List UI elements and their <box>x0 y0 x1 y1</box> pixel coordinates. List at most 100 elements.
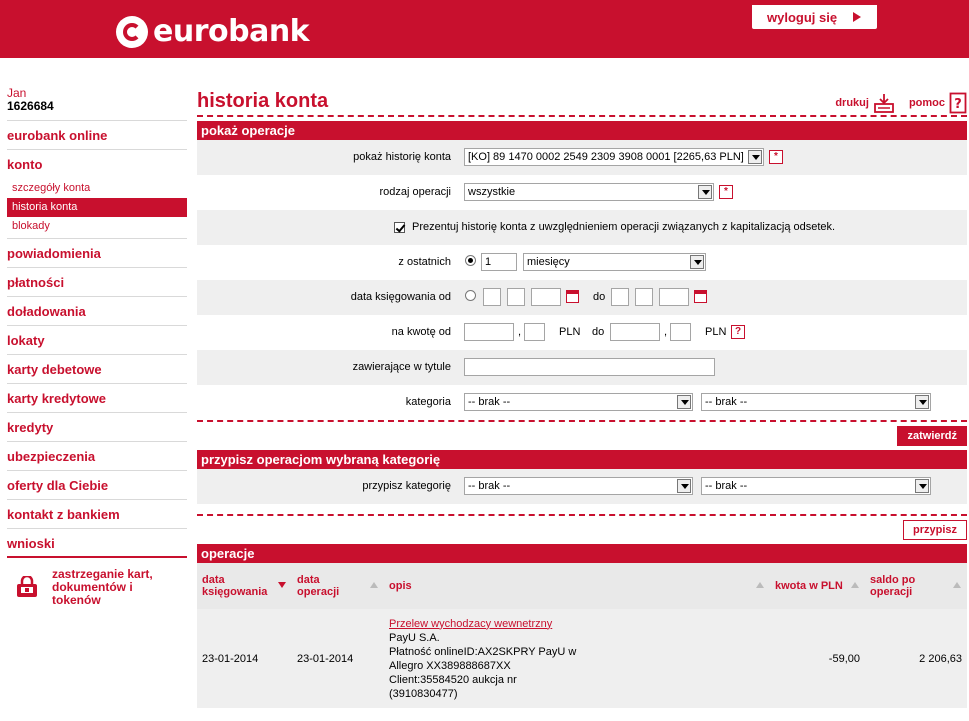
sidebar-item-blokady[interactable]: blokady <box>7 217 187 236</box>
submit-button[interactable]: zatwierdź <box>897 426 967 446</box>
filter-row-account: pokaż historię konta [KO] 89 1470 0002 2… <box>197 140 967 175</box>
header-text: data <box>297 574 320 586</box>
desc-line: Client:35584520 aukcja nr <box>389 673 517 686</box>
sidebar-item-szczegoly-konta[interactable]: szczegóły konta <box>7 179 187 198</box>
assign-subcategory-select[interactable]: -- brak -- <box>701 477 931 495</box>
account-label: pokaż historię konta <box>353 151 451 163</box>
sidebar-item-karty-debetowe[interactable]: karty debetowe <box>7 355 187 384</box>
filter-row-capitalization: Prezentuj historię konta z uwzględnienie… <box>197 210 967 245</box>
help-link[interactable]: pomoc <box>909 97 945 109</box>
col-balance[interactable]: saldo po operacji <box>865 563 967 609</box>
amount-label: na kwotę od <box>391 326 451 338</box>
amount-to-int[interactable] <box>610 323 660 341</box>
assign-button[interactable]: przypisz <box>902 520 967 540</box>
sidebar-item-oferty[interactable]: oferty dla Ciebie <box>7 471 187 500</box>
type-select[interactable]: wszystkie <box>464 183 714 201</box>
logout-button[interactable]: wyloguj się <box>752 5 877 29</box>
calendar-icon[interactable] <box>566 290 579 303</box>
assign-category-select[interactable]: -- brak -- <box>464 477 693 495</box>
chevron-down-icon <box>690 255 704 269</box>
currency-label: PLN <box>559 326 581 338</box>
amount-to-dec[interactable] <box>670 323 691 341</box>
header-text: operacji <box>297 586 340 598</box>
calendar-icon[interactable] <box>694 290 707 303</box>
main-content: historia konta drukuj pomoc ? pokaż oper… <box>197 88 967 708</box>
filter-row-date: data księgowania od do <box>197 280 967 315</box>
cell-description: Przelew wychodzacy wewnetrzny PayU S.A. … <box>384 609 770 708</box>
capitalization-text: Prezentuj historię konta z uwzględnienie… <box>412 221 836 233</box>
sidebar-item-ubezpieczenia[interactable]: ubezpieczenia <box>7 442 187 471</box>
category-select[interactable]: -- brak -- <box>464 393 693 411</box>
capitalization-checkbox[interactable] <box>394 222 405 233</box>
help-icon[interactable]: ? <box>949 92 967 114</box>
amount-from-dec[interactable] <box>524 323 545 341</box>
sidebar-item-historia-konta[interactable]: historia konta <box>7 198 187 217</box>
col-description[interactable]: opis <box>384 563 770 609</box>
date-from-day[interactable] <box>483 288 501 306</box>
sort-desc-icon <box>278 582 286 588</box>
sidebar-item-kredyty[interactable]: kredyty <box>7 413 187 442</box>
type-label: rodzaj operacji <box>379 186 451 198</box>
section-header-operations: operacje <box>197 544 967 563</box>
filter-row-amount: na kwotę od , PLN do , PLN ? <box>197 315 967 350</box>
eurobank-logo[interactable]: eurobank <box>116 14 310 49</box>
sidebar-item-karty-kredytowe[interactable]: karty kredytowe <box>7 384 187 413</box>
submit-row: zatwierdź <box>197 422 967 446</box>
sidebar-item-platnosci[interactable]: płatności <box>7 268 187 297</box>
sidebar-item-lokaty[interactable]: lokaty <box>7 326 187 355</box>
date-from-year[interactable] <box>531 288 561 306</box>
date-radio[interactable] <box>465 290 476 301</box>
svg-text:?: ? <box>954 97 962 112</box>
sidebar-item-wnioski[interactable]: wnioski <box>7 529 187 558</box>
account-select-value: [KO] 89 1470 0002 2549 2309 3908 0001 [2… <box>468 151 744 163</box>
sidebar: Jan 1626684 eurobank online konto szczeg… <box>7 87 187 607</box>
sort-icon <box>756 582 764 588</box>
account-select[interactable]: [KO] 89 1470 0002 2549 2309 3908 0001 [2… <box>464 148 764 166</box>
last-unit-select[interactable]: miesięcy <box>523 253 706 271</box>
desc-line: Płatność onlineID:AX2SKPRY PayU w <box>389 645 577 658</box>
col-amount[interactable]: kwota w PLN <box>770 563 865 609</box>
title-actions: drukuj pomoc ? <box>835 92 967 114</box>
filter-row-title: zawierające w tytule <box>197 350 967 385</box>
last-input[interactable]: 1 <box>481 253 517 271</box>
block-text-line: tokenów <box>52 593 101 607</box>
section-header-assign: przypisz operacjom wybraną kategorię <box>197 450 967 469</box>
sidebar-item-doladowania[interactable]: doładowania <box>7 297 187 326</box>
date-to-year[interactable] <box>659 288 689 306</box>
col-booking-date[interactable]: data księgowania <box>197 563 292 609</box>
amount-to-label: do <box>592 326 605 338</box>
subcategory-select[interactable]: -- brak -- <box>701 393 931 411</box>
block-cards-link[interactable]: zastrzeganie kart, dokumentów i tokenów <box>7 568 187 607</box>
comma: , <box>664 326 668 338</box>
help-question-icon[interactable]: ? <box>731 325 745 339</box>
date-to-month[interactable] <box>635 288 653 306</box>
sidebar-item-eurobank-online[interactable]: eurobank online <box>7 121 187 150</box>
header-text: saldo po <box>870 574 916 586</box>
sidebar-item-konto[interactable]: konto <box>7 150 187 179</box>
assign-row: przypisz kategorię -- brak -- -- brak -- <box>197 469 967 504</box>
table-row[interactable]: 23-01-2014 23-01-2014 Przelew wychodzacy… <box>197 609 967 708</box>
date-from-month[interactable] <box>507 288 525 306</box>
amount-from-int[interactable] <box>464 323 514 341</box>
sort-icon <box>851 582 859 588</box>
desc-line: Allegro XX389888687XX <box>389 659 511 672</box>
sidebar-item-kontakt[interactable]: kontakt z bankiem <box>7 500 187 529</box>
sort-icon <box>370 582 378 588</box>
category-value: -- brak -- <box>468 396 511 408</box>
chevron-down-icon <box>677 479 691 493</box>
print-icon[interactable] <box>873 92 895 114</box>
print-link[interactable]: drukuj <box>835 97 869 109</box>
last-radio[interactable] <box>465 255 476 266</box>
col-op-date[interactable]: data operacji <box>292 563 384 609</box>
user-id: 1626684 <box>7 99 54 113</box>
logo-text: eurobank <box>153 14 310 49</box>
table-header-row: data księgowania data operacji opis kwot… <box>197 563 967 609</box>
assign-label: przypisz kategorię <box>362 480 451 492</box>
title-input[interactable] <box>464 358 715 376</box>
sidebar-item-powiadomienia[interactable]: powiadomienia <box>7 239 187 268</box>
transaction-link[interactable]: Przelew wychodzacy wewnetrzny <box>389 617 765 631</box>
filter-row-type: rodzaj operacji wszystkie * <box>197 175 967 210</box>
date-to-day[interactable] <box>611 288 629 306</box>
title-bar: historia konta drukuj pomoc ? <box>197 88 967 114</box>
operations-table: data księgowania data operacji opis kwot… <box>197 563 967 708</box>
